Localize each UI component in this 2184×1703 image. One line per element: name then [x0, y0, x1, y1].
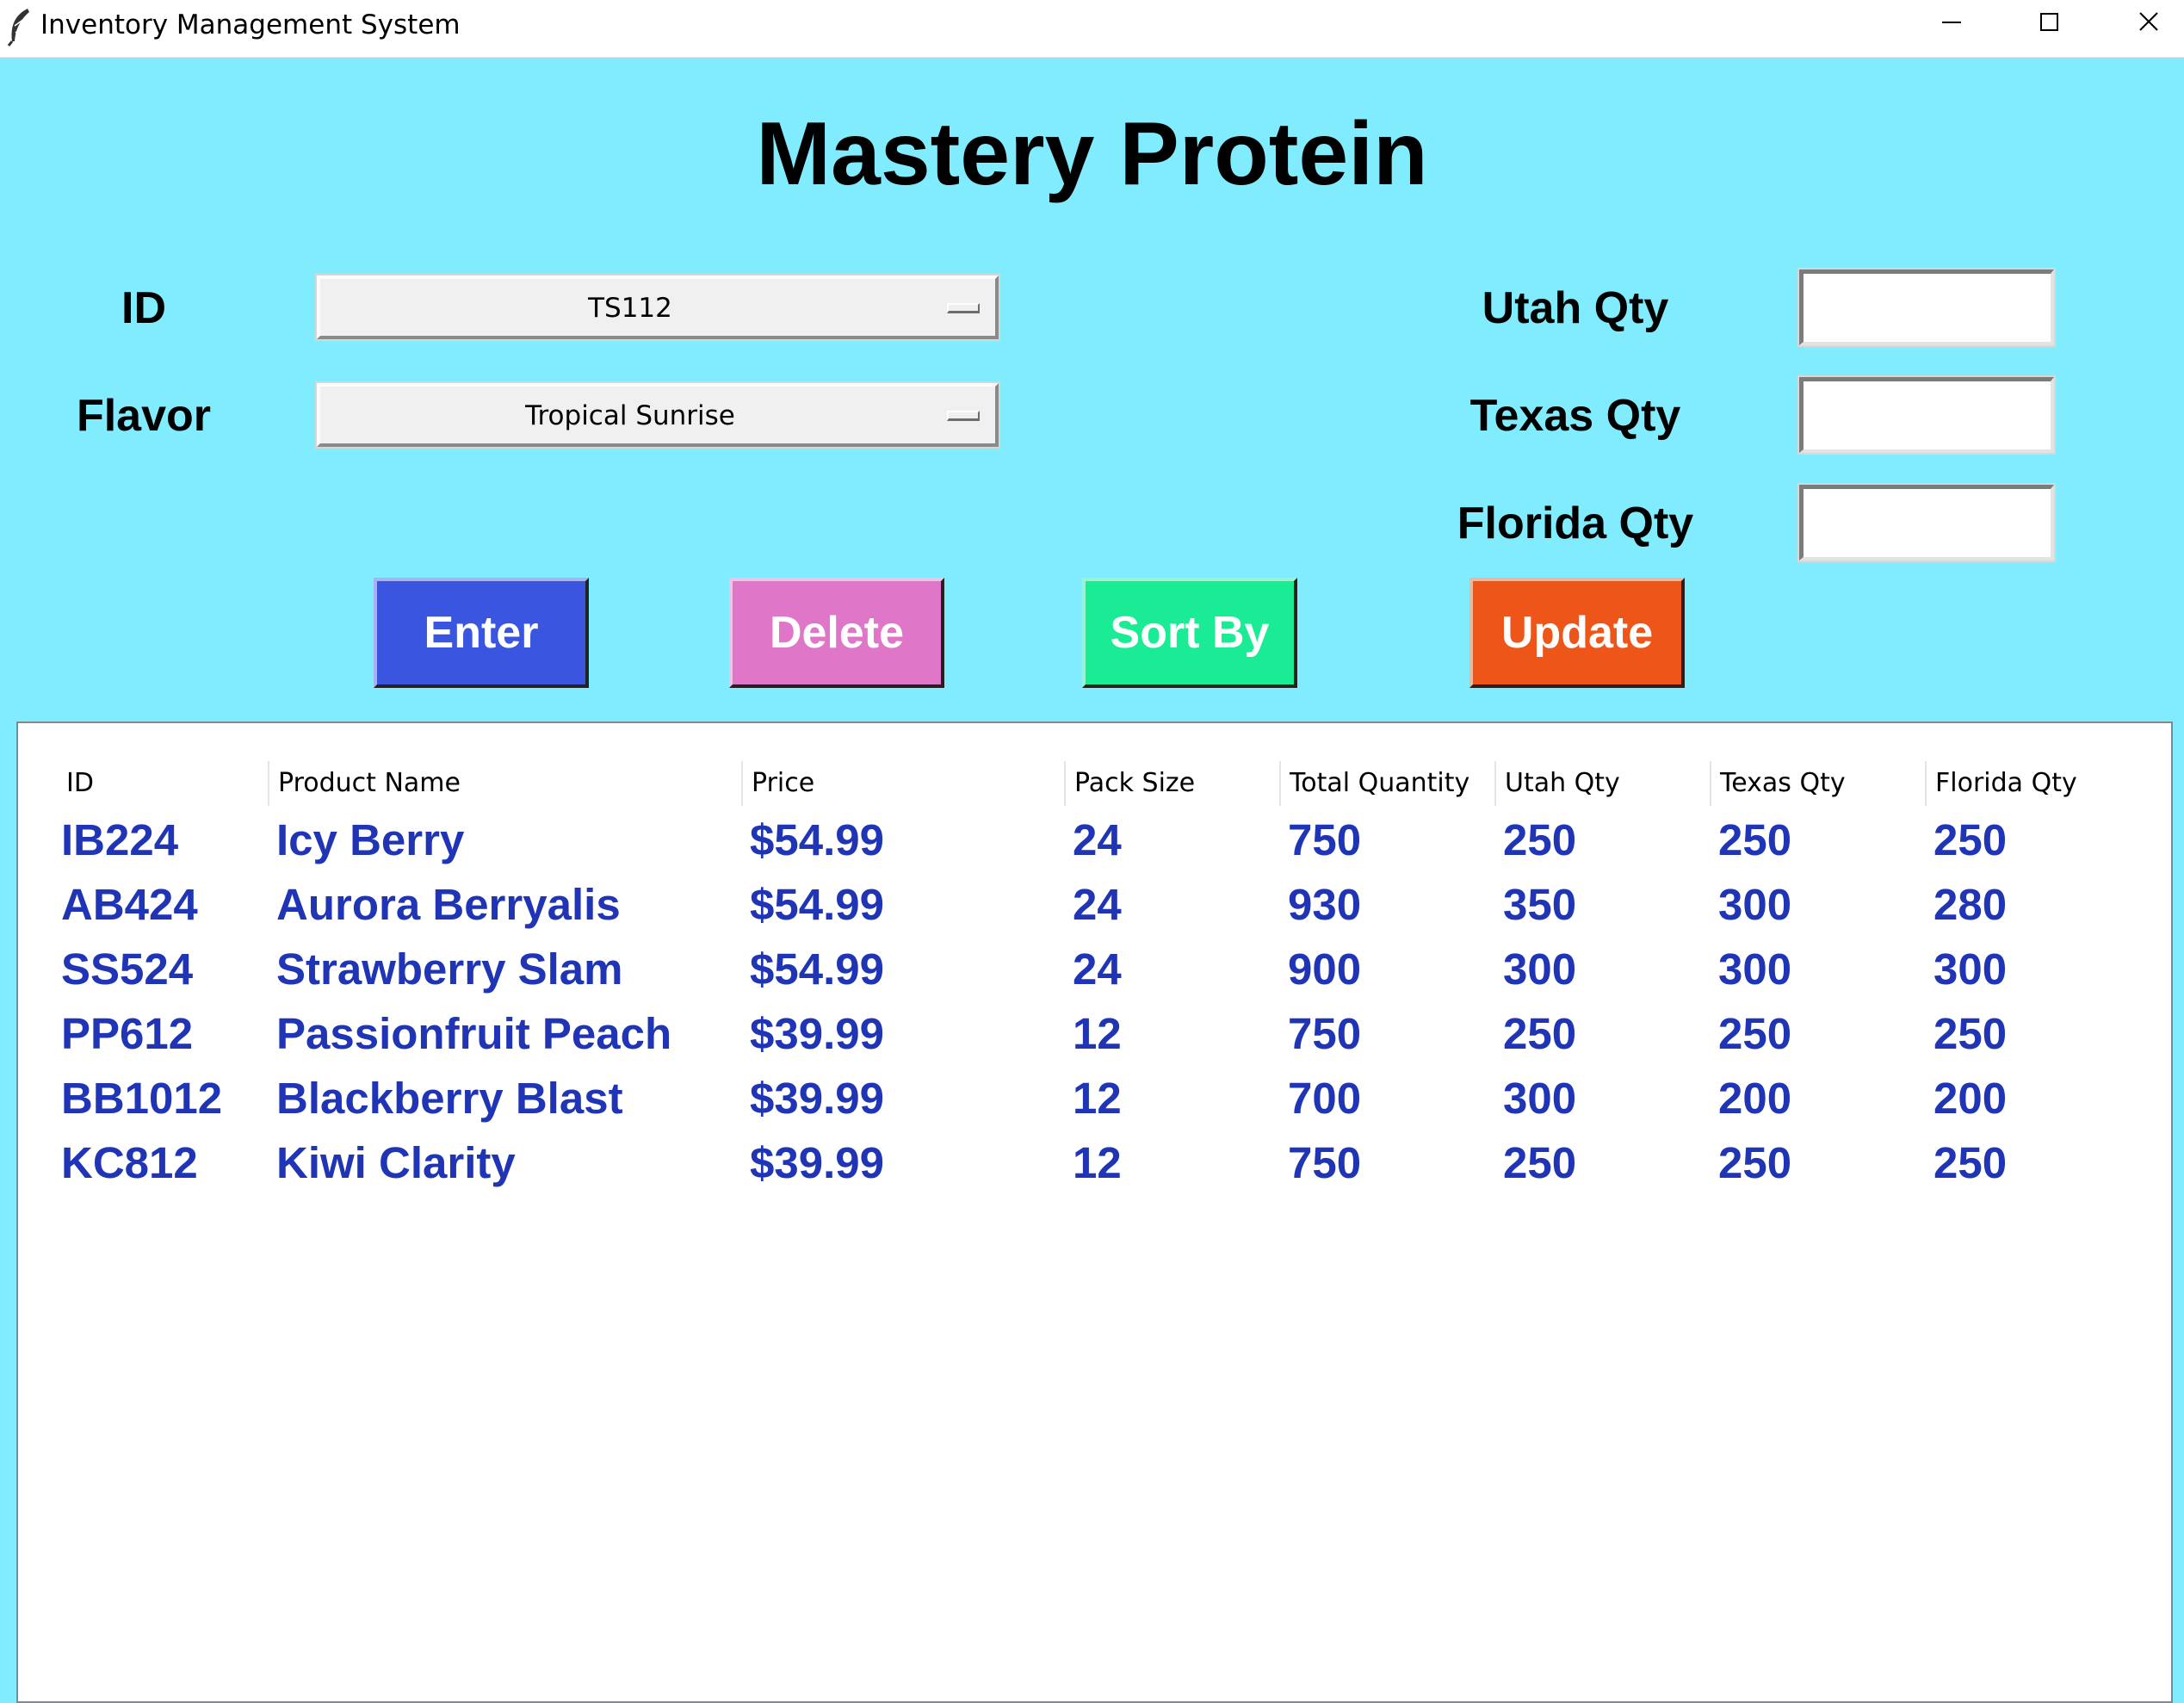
table-cell: 300 — [1503, 944, 1577, 994]
dropdown-indicator-icon[interactable] — [947, 303, 980, 313]
id-label: ID — [121, 283, 166, 333]
id-combobox-value: TS112 — [588, 293, 672, 324]
table-cell: 750 — [1288, 815, 1362, 864]
column-header[interactable]: Texas Qty — [1710, 761, 1925, 806]
dropdown-indicator-icon[interactable] — [947, 411, 980, 421]
table-cell: 750 — [1288, 1138, 1362, 1187]
delete-button[interactable]: Delete — [729, 578, 944, 688]
table-cell: Strawberry Slam — [276, 944, 623, 994]
table-row[interactable]: AB424 Aurora Berryalis $54.99 24 930 350 300 28… — [18, 879, 2170, 944]
maximize-icon — [2040, 13, 2058, 31]
table-cell: Passionfruit Peach — [276, 1009, 672, 1058]
table-cell: $54.99 — [750, 944, 884, 994]
table-cell: SS524 — [61, 944, 194, 994]
table-cell: $54.99 — [750, 815, 884, 864]
column-header[interactable]: Pack Size — [1064, 761, 1279, 806]
table-cell: 300 — [1933, 944, 2008, 994]
utah-qty-input[interactable] — [1797, 268, 2056, 347]
close-button[interactable] — [2100, 0, 2184, 46]
column-header[interactable]: Price — [741, 761, 1064, 806]
table-cell: 250 — [1503, 1009, 1577, 1058]
table-cell: 250 — [1718, 1009, 1792, 1058]
table-cell: 250 — [1933, 1138, 2008, 1187]
table-cell: PP612 — [61, 1009, 194, 1058]
table-cell: 250 — [1718, 1138, 1792, 1187]
table-cell: Kiwi Clarity — [276, 1138, 516, 1187]
table-row[interactable]: KC812 Kiwi Clarity $39.99 12 750 250 250 250 — [18, 1137, 2170, 1202]
table-cell: 250 — [1503, 1138, 1577, 1187]
table-cell: 12 — [1073, 1074, 1122, 1123]
column-header[interactable]: Total Quantity — [1279, 761, 1494, 806]
table-cell: Icy Berry — [276, 815, 465, 864]
table-row[interactable]: SS524 Strawberry Slam $54.99 24 900 300 300 300 — [18, 944, 2170, 1008]
flavor-label: Flavor — [76, 391, 212, 441]
table-row[interactable]: IB224 Icy Berry $54.99 24 750 250 250 250 — [18, 814, 2170, 879]
table-cell: 350 — [1503, 880, 1577, 929]
maximize-button[interactable] — [2001, 0, 2098, 46]
table-cell: 24 — [1073, 944, 1122, 994]
table-row[interactable]: BB1012 Blackberry Blast $39.99 12 700 300 200 2… — [18, 1073, 2170, 1137]
texas-qty-input[interactable] — [1797, 375, 2056, 455]
table-cell: 930 — [1288, 880, 1362, 929]
column-header[interactable]: Florida Qty — [1925, 761, 2140, 806]
column-header[interactable]: Product Name — [268, 761, 741, 806]
table-cell: 250 — [1718, 815, 1792, 864]
table-cell: 300 — [1718, 880, 1792, 929]
florida-qty-input[interactable] — [1797, 483, 2056, 562]
table-cell: 700 — [1288, 1074, 1362, 1123]
table-cell: 900 — [1288, 944, 1362, 994]
table-cell: KC812 — [61, 1138, 198, 1187]
table-cell: $54.99 — [750, 880, 884, 929]
minimize-button[interactable] — [1902, 0, 2000, 46]
feather-icon — [5, 7, 34, 46]
table-cell: 750 — [1288, 1009, 1362, 1058]
close-icon — [2139, 12, 2158, 31]
utah-qty-label: Utah Qty — [1482, 283, 1669, 333]
update-button[interactable]: Update — [1469, 578, 1685, 688]
flavor-combobox-value: Tropical Sunrise — [525, 400, 735, 431]
table-cell: 250 — [1933, 1009, 2008, 1058]
table-row[interactable]: PP612 Passionfruit Peach $39.99 12 750 250 250… — [18, 1008, 2170, 1073]
title-bar: Inventory Management System — [0, 0, 2184, 58]
table-cell: 250 — [1503, 815, 1577, 864]
table-cell: $39.99 — [750, 1074, 884, 1123]
table-cell: 12 — [1073, 1009, 1122, 1058]
texas-qty-label: Texas Qty — [1469, 391, 1681, 441]
table-cell: 300 — [1503, 1074, 1577, 1123]
page-title: Mastery Protein — [756, 104, 1428, 204]
column-header[interactable]: ID — [58, 761, 273, 806]
window-title: Inventory Management System — [40, 9, 461, 40]
florida-qty-label: Florida Qty — [1457, 499, 1694, 548]
enter-button[interactable]: Enter — [374, 578, 589, 688]
id-combobox[interactable]: TS112 — [317, 276, 999, 339]
table-cell: 24 — [1073, 815, 1122, 864]
flavor-combobox[interactable]: Tropical Sunrise — [317, 383, 999, 447]
table-cell: 24 — [1073, 880, 1122, 929]
table-cell: 200 — [1718, 1074, 1792, 1123]
table-cell: 200 — [1933, 1074, 2008, 1123]
sort-by-button[interactable]: Sort By — [1082, 578, 1297, 688]
table-cell: $39.99 — [750, 1138, 884, 1187]
table-cell: $39.99 — [750, 1009, 884, 1058]
inventory-table[interactable]: ID Product Name Price Pack Size Total Quanti… — [16, 721, 2173, 1703]
table-cell: BB1012 — [61, 1074, 223, 1123]
table-cell: Blackberry Blast — [276, 1074, 623, 1123]
table-cell: 12 — [1073, 1138, 1122, 1187]
table-cell: Aurora Berryalis — [276, 880, 621, 929]
table-cell: AB424 — [61, 880, 198, 929]
table-cell: 300 — [1718, 944, 1792, 994]
table-cell: IB224 — [61, 815, 179, 864]
column-header[interactable]: Utah Qty — [1494, 761, 1710, 806]
table-cell: 280 — [1933, 880, 2008, 929]
table-cell: 250 — [1933, 815, 2008, 864]
minimize-icon — [1942, 22, 1961, 23]
